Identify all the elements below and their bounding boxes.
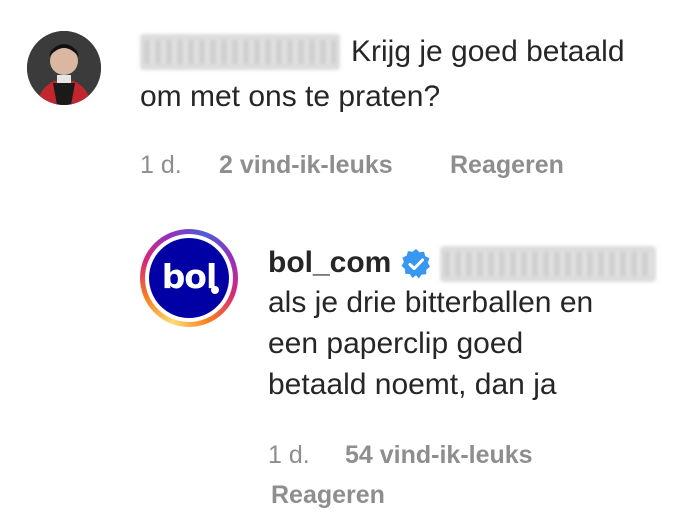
user-avatar[interactable] [27,31,101,105]
reply-text-line-1: als je drie bitterballen en [268,286,594,319]
reply-username[interactable]: bol_com [268,244,391,282]
reply-time[interactable]: 1 d. [268,440,310,470]
comment-text-line-1: Krijg je goed betaald [351,35,625,68]
verified-badge-icon [401,249,430,279]
blurred-username[interactable] [140,34,340,70]
bol-logo-dot [211,286,219,294]
reply-reply-button[interactable]: Reageren [271,480,385,510]
bol-logo: bol [149,238,229,318]
reply-text-line-2: een paperclip goed [268,327,524,360]
reply-text-line-3: betaald noemt, dan ja [268,368,557,401]
blurred-mention[interactable] [440,246,656,282]
comment-text-line-2: om met ons te praten? [140,80,441,113]
comment-time[interactable]: 1 d. [140,150,182,180]
user-photo-icon [27,31,101,105]
reply-likes[interactable]: 54 vind-ik-leuks [345,440,533,470]
avatar-ring-gap: bol [145,234,233,322]
bol-avatar[interactable]: bol [140,229,238,327]
comment-likes[interactable]: 2 vind-ik-leuks [219,150,393,180]
comment-reply-button[interactable]: Reageren [450,150,564,180]
bol-logo-text: bol [161,256,218,296]
